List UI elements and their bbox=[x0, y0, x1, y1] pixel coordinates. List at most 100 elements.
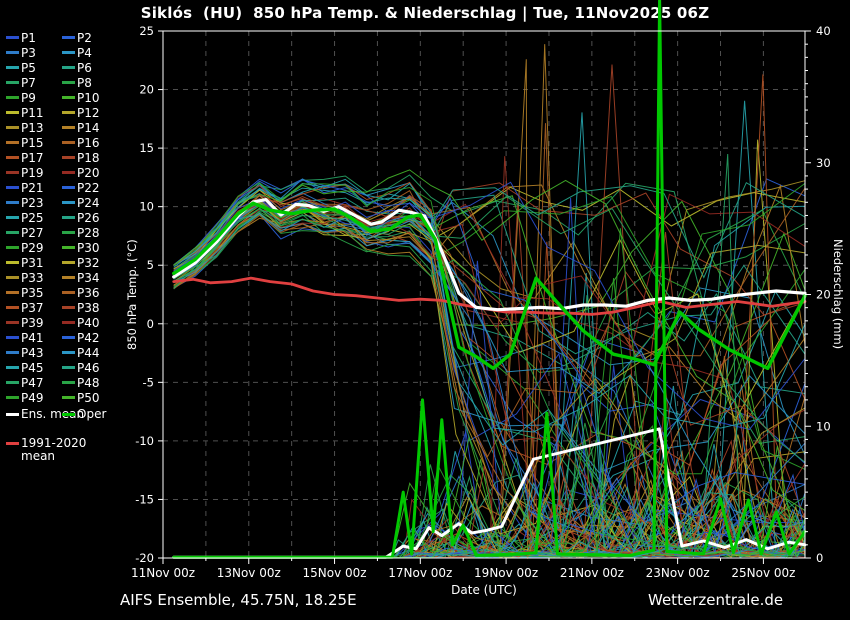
member-color-swatch-icon bbox=[62, 246, 75, 249]
member-label: P47 bbox=[21, 377, 44, 389]
member-label: P45 bbox=[21, 362, 44, 374]
member-color-swatch-icon bbox=[6, 156, 19, 159]
legend-member-p24: P24 bbox=[62, 197, 118, 209]
legend-member-p18: P18 bbox=[62, 152, 118, 164]
member-color-swatch-icon bbox=[62, 141, 75, 144]
legend-row: P13 P14 bbox=[6, 120, 124, 135]
member-color-swatch-icon bbox=[62, 261, 75, 264]
legend-row: P1 P2 bbox=[6, 30, 124, 45]
member-color-swatch-icon bbox=[62, 381, 75, 384]
legend-member-p8: P8 bbox=[62, 77, 118, 89]
member-temp-line bbox=[174, 212, 805, 372]
member-label: P37 bbox=[21, 302, 44, 314]
member-label: P50 bbox=[77, 392, 100, 404]
member-label: P17 bbox=[21, 152, 44, 164]
legend-member-p14: P14 bbox=[62, 122, 118, 134]
climate-mean-swatch-icon bbox=[6, 442, 19, 445]
legend-member-p17: P17 bbox=[6, 152, 62, 164]
member-color-swatch-icon bbox=[6, 201, 19, 204]
legend-member-p1: P1 bbox=[6, 32, 62, 44]
legend-member-p27: P27 bbox=[6, 227, 62, 239]
member-label: P30 bbox=[77, 242, 100, 254]
member-temp-line bbox=[174, 180, 805, 522]
legend-member-p32: P32 bbox=[62, 257, 118, 269]
legend-member-p19: P19 bbox=[6, 167, 62, 179]
legend-member-p5: P5 bbox=[6, 62, 62, 74]
member-color-swatch-icon bbox=[6, 276, 19, 279]
member-label: P12 bbox=[77, 107, 100, 119]
legend-row: P3P4 bbox=[6, 45, 124, 60]
member-label: P18 bbox=[77, 152, 100, 164]
date-tick-label: 15Nov 00z bbox=[303, 566, 367, 580]
member-label: P6 bbox=[77, 62, 92, 74]
member-color-swatch-icon bbox=[6, 96, 19, 99]
member-label: P25 bbox=[21, 212, 44, 224]
member-color-swatch-icon bbox=[6, 351, 19, 354]
legend-member-p2: P2 bbox=[62, 32, 118, 44]
legend-member-p28: P28 bbox=[62, 227, 118, 239]
member-label: P21 bbox=[21, 182, 44, 194]
main-series-lines bbox=[174, 0, 805, 557]
member-label: P14 bbox=[77, 122, 100, 134]
member-precip-line bbox=[174, 74, 805, 557]
member-color-swatch-icon bbox=[6, 306, 19, 309]
legend-member-p15: P15 bbox=[6, 137, 62, 149]
member-color-swatch-icon bbox=[62, 216, 75, 219]
member-label: P1 bbox=[21, 32, 36, 44]
model-location-caption: AIFS Ensemble, 45.75N, 18.25E bbox=[120, 591, 357, 609]
precip-tick-label: 20 bbox=[816, 288, 831, 302]
legend-member-p37: P37 bbox=[6, 302, 62, 314]
member-color-swatch-icon bbox=[62, 366, 75, 369]
legend-member-p13: P13 bbox=[6, 122, 62, 134]
ensemble-member-lines bbox=[174, 44, 805, 558]
member-label: P31 bbox=[21, 257, 44, 269]
legend-member-p47: P47 bbox=[6, 377, 62, 389]
legend-member-p23: P23 bbox=[6, 197, 62, 209]
member-color-swatch-icon bbox=[6, 81, 19, 84]
member-temp-line bbox=[174, 209, 805, 549]
y-axis-label-temперature: 850 hPa Temp. (°C) bbox=[124, 31, 140, 558]
member-temp-line bbox=[174, 203, 805, 534]
member-color-swatch-icon bbox=[62, 351, 75, 354]
climate-label-line2: mean bbox=[21, 450, 86, 463]
legend-member-p49: P49 bbox=[6, 392, 62, 404]
member-color-swatch-icon bbox=[6, 336, 19, 339]
member-label: P4 bbox=[77, 47, 92, 59]
member-label: P42 bbox=[77, 332, 100, 344]
member-color-swatch-icon bbox=[62, 126, 75, 129]
member-color-swatch-icon bbox=[6, 216, 19, 219]
wetterzentrale-ensemble-page: { "title": "Siklós (HU) 850 hPa Temp. & … bbox=[0, 0, 850, 620]
legend-member-p35: P35 bbox=[6, 287, 62, 299]
temp-tick-label: 10 bbox=[139, 200, 154, 214]
member-color-swatch-icon bbox=[6, 261, 19, 264]
member-label: P32 bbox=[77, 257, 100, 269]
legend-member-p36: P36 bbox=[62, 287, 118, 299]
legend-member-p6: P6 bbox=[62, 62, 118, 74]
member-color-swatch-icon bbox=[6, 396, 19, 399]
date-tick-label: 21Nov 00z bbox=[560, 566, 624, 580]
member-color-swatch-icon bbox=[62, 111, 75, 114]
member-color-swatch-icon bbox=[62, 36, 75, 39]
member-color-swatch-icon bbox=[6, 171, 19, 174]
legend-member-p44: P44 bbox=[62, 347, 118, 359]
legend-row: P5 P6 bbox=[6, 60, 124, 75]
legend-oper: Oper bbox=[62, 408, 118, 420]
date-tick-label: 17Nov 00z bbox=[388, 566, 452, 580]
member-temp-line bbox=[174, 201, 805, 551]
member-color-swatch-icon bbox=[6, 66, 19, 69]
oper-swatch-icon bbox=[62, 413, 75, 416]
member-color-swatch-icon bbox=[6, 291, 19, 294]
member-label: P39 bbox=[21, 317, 44, 329]
legend-ens-mean: Ens. mean bbox=[6, 408, 62, 420]
legend-member-p21: P21 bbox=[6, 182, 62, 194]
member-label: P46 bbox=[77, 362, 100, 374]
member-label: P13 bbox=[21, 122, 44, 134]
member-label: P10 bbox=[77, 92, 100, 104]
legend-member-p50: P50 bbox=[62, 392, 118, 404]
ensemble-member-legend: P1P2P3P4P5P6P7P8P9P10P11P12P13P14P15P16P… bbox=[6, 30, 124, 405]
legend-member-p40: P40 bbox=[62, 317, 118, 329]
legend-row: P7P8 bbox=[6, 75, 124, 90]
member-label: P2 bbox=[77, 32, 92, 44]
legend-row: P41P42 bbox=[6, 330, 124, 345]
member-color-swatch-icon bbox=[6, 381, 19, 384]
